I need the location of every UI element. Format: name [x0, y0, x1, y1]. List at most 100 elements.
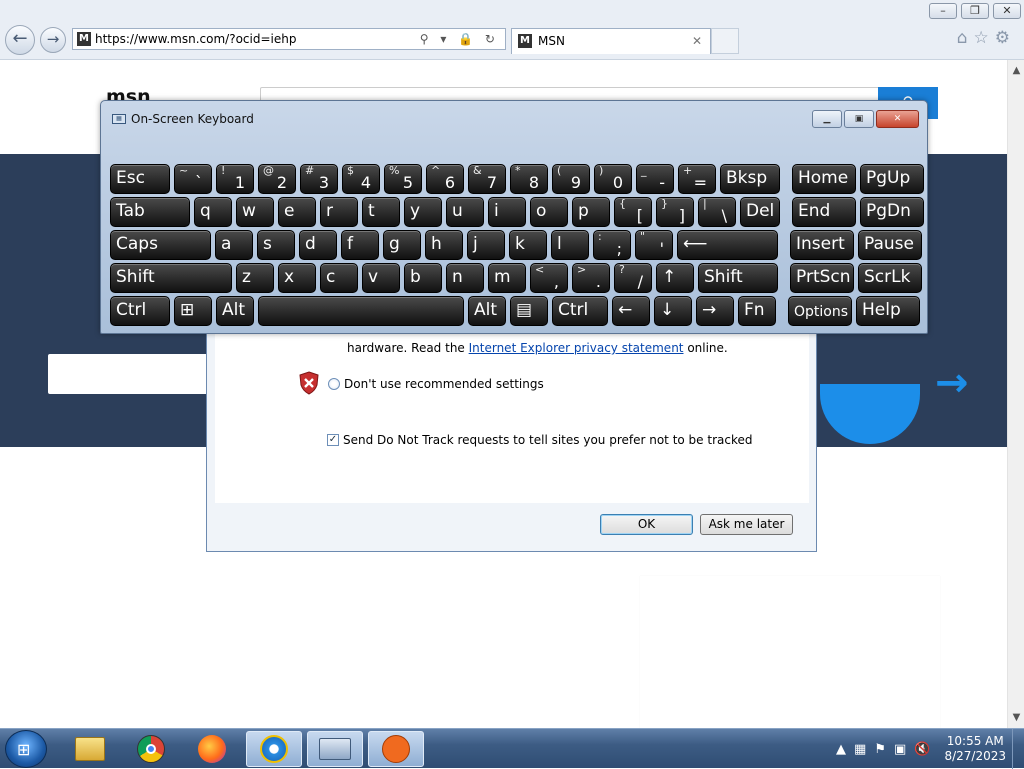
- do-not-track-checkbox[interactable]: ✓: [327, 434, 339, 446]
- key-m[interactable]: m: [488, 263, 526, 293]
- network-icon[interactable]: ▣: [894, 742, 906, 757]
- taskbar-firefox[interactable]: [184, 731, 240, 767]
- radio-button[interactable]: [328, 378, 340, 390]
- key-sym0-12[interactable]: _ -: [636, 164, 674, 194]
- new-tab-button[interactable]: [711, 28, 739, 54]
- key-sym2-12[interactable]: ⟵: [677, 230, 778, 260]
- key-fn[interactable]: Fn: [738, 296, 776, 326]
- key-options[interactable]: Options: [788, 296, 852, 326]
- key-3[interactable]: #3: [300, 164, 338, 194]
- key-s[interactable]: s: [257, 230, 295, 260]
- key-a[interactable]: a: [215, 230, 253, 260]
- osk-close-button[interactable]: ✕: [876, 110, 919, 128]
- radio-label[interactable]: Don't use recommended settings: [344, 377, 544, 391]
- start-button[interactable]: ⊞: [5, 730, 47, 768]
- key-pgdn[interactable]: PgDn: [860, 197, 924, 227]
- key-f[interactable]: f: [341, 230, 379, 260]
- close-button[interactable]: ✕: [993, 3, 1021, 19]
- volume-muted-icon[interactable]: 🔇: [914, 742, 930, 757]
- taskbar-chrome[interactable]: [123, 731, 179, 767]
- checkbox-label[interactable]: Send Do Not Track requests to tell sites…: [343, 433, 752, 447]
- privacy-statement-link[interactable]: Internet Explorer privacy statement: [469, 341, 684, 355]
- key-g[interactable]: g: [383, 230, 421, 260]
- key-bksp[interactable]: Bksp: [720, 164, 780, 194]
- key-sym3-10[interactable]: ? /: [614, 263, 652, 293]
- key-q[interactable]: q: [194, 197, 232, 227]
- key-z[interactable]: z: [236, 263, 274, 293]
- key-end[interactable]: End: [792, 197, 856, 227]
- key-c[interactable]: c: [320, 263, 358, 293]
- banner-input[interactable]: [48, 354, 208, 394]
- key-e[interactable]: e: [278, 197, 316, 227]
- key-sym1-13[interactable]: | \: [698, 197, 736, 227]
- taskbar-explorer[interactable]: [62, 731, 118, 767]
- key-sym4-9[interactable]: →: [696, 296, 734, 326]
- scroll-up-icon[interactable]: ▲: [1008, 62, 1024, 79]
- key-h[interactable]: h: [425, 230, 463, 260]
- gear-icon[interactable]: ⚙: [995, 28, 1016, 48]
- key-o[interactable]: o: [530, 197, 568, 227]
- key-prtscn[interactable]: PrtScn: [790, 263, 854, 293]
- key-n[interactable]: n: [446, 263, 484, 293]
- network-app-icon[interactable]: ▦: [854, 742, 866, 757]
- key-w[interactable]: w: [236, 197, 274, 227]
- content-card[interactable]: [640, 576, 940, 728]
- key-l[interactable]: l: [551, 230, 589, 260]
- dont-use-recommended-option[interactable]: Don't use recommended settings: [328, 377, 544, 391]
- key-sym3-8[interactable]: <,: [530, 263, 568, 293]
- key-sym0-1[interactable]: ~ `: [174, 164, 212, 194]
- taskbar-app[interactable]: [368, 731, 424, 767]
- key-1[interactable]: ! 1: [216, 164, 254, 194]
- key-j[interactable]: j: [467, 230, 505, 260]
- tab-msn[interactable]: M MSN ✕: [511, 28, 711, 54]
- forward-button[interactable]: →: [40, 27, 66, 53]
- key-t[interactable]: t: [362, 197, 400, 227]
- key-sym3-9[interactable]: >.: [572, 263, 610, 293]
- key-b[interactable]: b: [404, 263, 442, 293]
- home-icon[interactable]: ⌂: [957, 28, 974, 48]
- key-shift[interactable]: Shift: [110, 263, 232, 293]
- key-caps[interactable]: Caps: [110, 230, 211, 260]
- key-help[interactable]: Help: [856, 296, 920, 326]
- scroll-down-icon[interactable]: ▼: [1008, 709, 1024, 726]
- key-alt[interactable]: Alt: [216, 296, 254, 326]
- restore-button[interactable]: ❐: [961, 3, 989, 19]
- key-5[interactable]: % 5: [384, 164, 422, 194]
- show-desktop-button[interactable]: [1012, 729, 1024, 769]
- key-p[interactable]: p: [572, 197, 610, 227]
- action-center-flag-icon[interactable]: ⚑: [874, 742, 886, 757]
- key-u[interactable]: u: [446, 197, 484, 227]
- key-r[interactable]: r: [320, 197, 358, 227]
- vertical-scrollbar[interactable]: ▲ ▼: [1007, 60, 1024, 728]
- key-del[interactable]: Del: [740, 197, 780, 227]
- ok-button[interactable]: OK: [600, 514, 693, 535]
- key-7[interactable]: & 7: [468, 164, 506, 194]
- key-2[interactable]: @2: [258, 164, 296, 194]
- key-sym2-11[interactable]: " ': [635, 230, 673, 260]
- clock[interactable]: 10:55 AM 8/27/2023: [944, 734, 1006, 764]
- key-sym4-1[interactable]: ⊞: [174, 296, 212, 326]
- key-sym1-12[interactable]: }]: [656, 197, 694, 227]
- key-8[interactable]: * 8: [510, 164, 548, 194]
- key-v[interactable]: v: [362, 263, 400, 293]
- taskbar-on-screen-keyboard[interactable]: [307, 731, 363, 767]
- content-card[interactable]: [960, 576, 1007, 728]
- key-space[interactable]: [258, 296, 464, 326]
- tab-close-icon[interactable]: ✕: [692, 29, 702, 53]
- key-9[interactable]: (9: [552, 164, 590, 194]
- key-x[interactable]: x: [278, 263, 316, 293]
- key-i[interactable]: i: [488, 197, 526, 227]
- key-esc[interactable]: Esc: [110, 164, 170, 194]
- osk-restore-button[interactable]: ▣: [844, 110, 874, 128]
- url-text[interactable]: https://www.msn.com/?ocid=iehp: [95, 32, 296, 46]
- key-d[interactable]: d: [299, 230, 337, 260]
- key-sym0-13[interactable]: + =: [678, 164, 716, 194]
- key-0[interactable]: ) 0: [594, 164, 632, 194]
- key-pgup[interactable]: PgUp: [860, 164, 924, 194]
- key-shift[interactable]: Shift: [698, 263, 778, 293]
- key-y[interactable]: y: [404, 197, 442, 227]
- key-ctrl[interactable]: Ctrl: [552, 296, 608, 326]
- do-not-track-option[interactable]: ✓ Send Do Not Track requests to tell sit…: [327, 433, 752, 447]
- key-alt[interactable]: Alt: [468, 296, 506, 326]
- arrow-right-icon[interactable]: →: [935, 360, 969, 406]
